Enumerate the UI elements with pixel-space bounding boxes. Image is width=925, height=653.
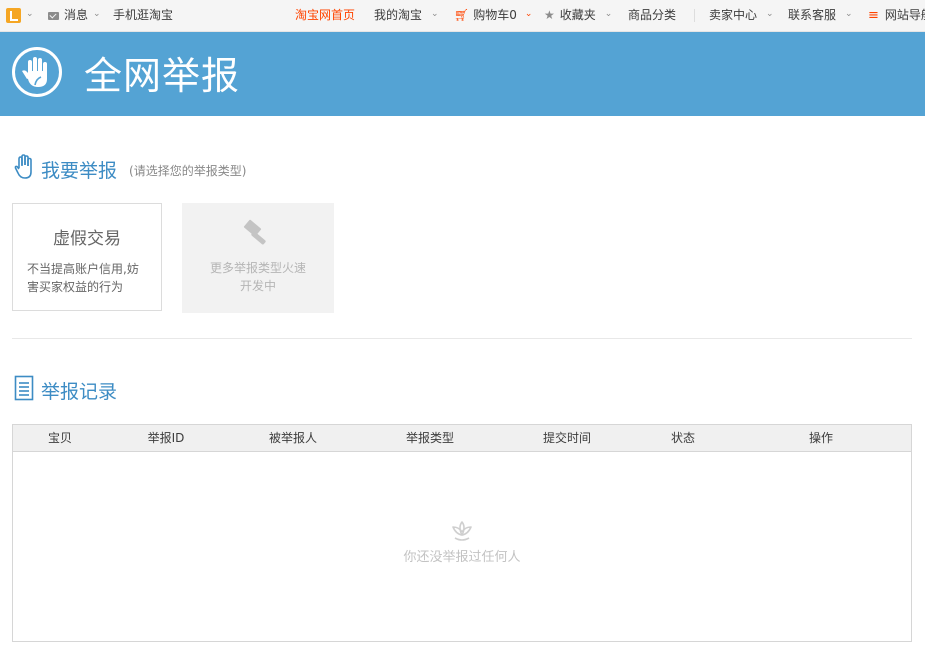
page-title: 全网举报 — [84, 54, 241, 98]
my-taobao-menu[interactable]: 我的淘宝 ⌄ — [374, 0, 439, 31]
cart-icon: 🛒︎ — [454, 8, 470, 22]
card-description: 不当提高账户信用,妨害买家权益的行为 — [27, 262, 139, 294]
home-label: 淘宝网首页 — [295, 8, 356, 22]
taobao-logo-icon — [6, 8, 21, 23]
column-header-reported-user: 被举报人 — [268, 431, 318, 445]
customer-service-menu[interactable]: 联系客服 ⌄ — [788, 0, 853, 31]
star-icon: ★ — [544, 8, 555, 22]
cart-label: 购物车0 — [473, 8, 517, 22]
customer-service-label: 联系客服 — [788, 8, 837, 22]
site-nav: ⌄ 消息 ⌄ 手机逛淘宝 淘宝网首页 我的淘宝 ⌄ 🛒︎ 购物车0 ⌄ ★ 收藏… — [0, 0, 925, 32]
records-section-title: 举报记录 — [41, 380, 118, 403]
mail-icon — [48, 11, 59, 20]
raised-hand-icon — [12, 47, 62, 97]
page-header-banner: 全网举报 — [0, 32, 925, 116]
seller-center-menu[interactable]: 卖家中心 ⌄ — [709, 0, 774, 31]
records-section-heading: 举报记录 — [14, 375, 117, 405]
chevron-down-icon: ⌄ — [766, 9, 774, 19]
report-type-card-fake-transaction[interactable]: 虚假交易 不当提高账户信用,妨害买家权益的行为 — [12, 203, 162, 311]
card-description: 更多举报类型火速开发中 — [210, 261, 307, 293]
column-header-report-id: 举报ID — [147, 431, 185, 445]
cart-menu[interactable]: 🛒︎ 购物车0 ⌄ — [454, 0, 532, 31]
report-section-heading: 我要举报 (请选择您的举报类型) — [14, 154, 246, 184]
favorites-label: 收藏夹 — [559, 8, 596, 22]
seller-center-label: 卖家中心 — [709, 8, 758, 22]
mobile-taobao-link[interactable]: 手机逛淘宝 — [113, 0, 173, 31]
chevron-down-icon: ⌄ — [524, 9, 533, 19]
column-header-actions: 操作 — [808, 431, 834, 445]
categories-link[interactable]: 商品分类 — [628, 0, 676, 31]
report-section-subtitle: (请选择您的举报类型) — [129, 164, 247, 178]
mobile-taobao-label: 手机逛淘宝 — [113, 8, 174, 22]
section-divider — [12, 338, 912, 339]
hammer-icon — [243, 219, 271, 251]
report-section-title: 我要举报 — [41, 159, 118, 182]
hand-icon — [14, 154, 34, 184]
column-header-item: 宝贝 — [47, 431, 73, 445]
nav-divider — [694, 9, 695, 22]
chevron-down-icon: ⌄ — [845, 9, 853, 19]
lotus-icon — [450, 519, 474, 547]
chevron-down-icon: ⌄ — [93, 9, 101, 19]
menu-icon: ≡ — [868, 8, 879, 23]
home-link[interactable]: 淘宝网首页 — [295, 0, 355, 31]
empty-state-text: 你还没举报过任何人 — [403, 550, 521, 565]
site-nav-menu[interactable]: ≡ 网站导航 — [868, 0, 925, 31]
card-title: 虚假交易 — [53, 229, 121, 249]
chevron-down-icon: ⌄ — [604, 9, 613, 19]
document-list-icon — [14, 375, 34, 405]
messages-label: 消息 — [64, 8, 89, 22]
chevron-down-icon: ⌄ — [431, 9, 439, 19]
column-header-submit-time: 提交时间 — [542, 431, 592, 445]
favorites-menu[interactable]: ★ 收藏夹 ⌄ — [544, 0, 612, 31]
taobao-logo-menu[interactable]: ⌄ — [6, 0, 34, 31]
site-nav-label: 网站导航 — [884, 8, 925, 22]
table-header: 宝贝 举报ID 被举报人 举报类型 提交时间 状态 操作 — [13, 425, 911, 452]
categories-label: 商品分类 — [628, 8, 677, 22]
my-taobao-label: 我的淘宝 — [374, 8, 423, 22]
messages-menu[interactable]: 消息 ⌄ — [48, 0, 101, 31]
records-table: 宝贝 举报ID 被举报人 举报类型 提交时间 状态 操作 你还没举报过任何人 — [12, 424, 912, 642]
column-header-status: 状态 — [670, 431, 696, 445]
chevron-down-icon: ⌄ — [26, 9, 34, 19]
report-type-card-coming-soon: 更多举报类型火速开发中 — [182, 203, 334, 313]
column-header-report-type: 举报类型 — [405, 431, 455, 445]
